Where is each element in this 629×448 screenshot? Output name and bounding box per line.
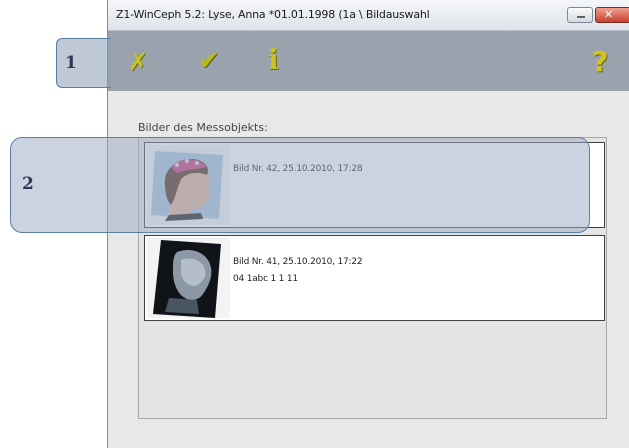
minimize-icon: [577, 16, 585, 18]
callout-2-overlay: [10, 137, 590, 233]
help-icon[interactable]: ?: [592, 45, 608, 78]
window-title: Z1-WinCeph 5.2: Lyse, Anna *01.01.1998 (…: [116, 8, 430, 21]
image-item-41[interactable]: Bild Nr. 41, 25.10.2010, 17:22 04 1abc 1…: [144, 235, 605, 321]
checkmark-icon[interactable]: ✔: [198, 46, 220, 76]
image-item-line: Bild Nr. 41, 25.10.2010, 17:22: [233, 257, 363, 267]
callout-number-2: 2: [22, 174, 34, 194]
xray-thumbnail: [147, 238, 230, 318]
toolbar: ✗ ✔ i ?: [108, 31, 629, 91]
image-item-line: 04 1abc 1 1 11: [233, 274, 298, 284]
minimize-button[interactable]: [567, 7, 593, 23]
image-item-text: Bild Nr. 41, 25.10.2010, 17:22 04 1abc 1…: [233, 254, 363, 288]
info-icon[interactable]: i: [268, 43, 279, 76]
close-icon: ✕: [604, 8, 614, 21]
close-window-button[interactable]: ✕: [595, 7, 629, 23]
cancel-icon[interactable]: ✗: [128, 48, 148, 76]
title-bar: Z1-WinCeph 5.2: Lyse, Anna *01.01.1998 (…: [108, 0, 629, 31]
section-label: Bilder des Messobjekts:: [138, 121, 268, 134]
callout-number-1: 1: [65, 53, 77, 73]
